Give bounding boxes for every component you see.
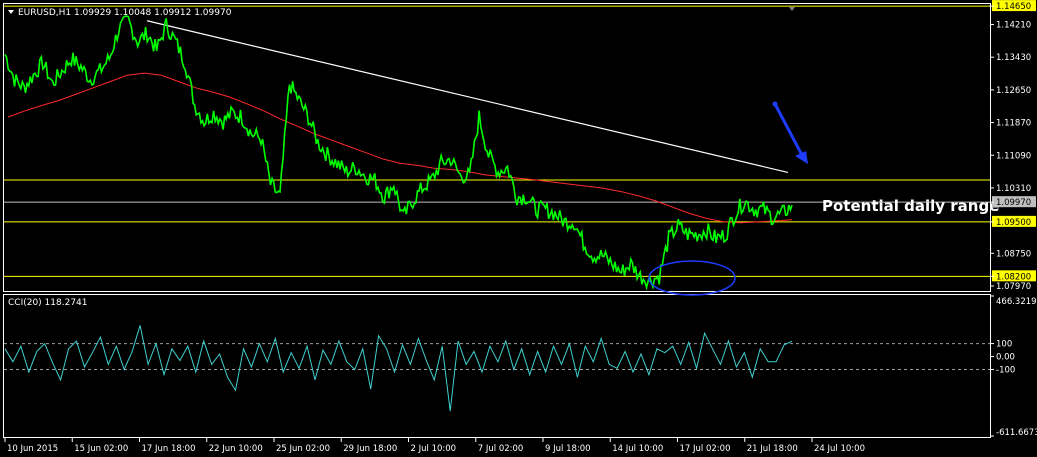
time-tick-label-10: 17 Jul 02:00 xyxy=(680,444,731,454)
down-arrow-shaft xyxy=(773,103,805,158)
price-tick-label-4: 1.11870 xyxy=(996,119,1031,129)
time-tick-label-1: 15 Jun 02:00 xyxy=(74,444,128,454)
cci-panel-frame xyxy=(3,294,991,438)
cci-line xyxy=(4,325,793,412)
time-tick-label-2: 17 Jun 18:00 xyxy=(142,444,196,454)
cci-levels xyxy=(4,343,990,371)
cci-tick-label-2: 0.00 xyxy=(996,353,1015,363)
shift-marker-icon[interactable] xyxy=(789,7,795,11)
arrow-anchor xyxy=(772,101,778,107)
time-tick-label-3: 22 Jun 10:00 xyxy=(209,444,263,454)
time-axis: 10 Jun 2015 15 Jun 02:00 17 Jun 18:00 22 Ju… xyxy=(4,438,865,454)
cci-tick-label-1: 100 xyxy=(996,340,1012,350)
chart-canvas[interactable]: EURUSD,H1 1.09929 1.10048 1.09912 1.0997… xyxy=(0,0,1037,457)
price-tick-label-7: 1.09970 xyxy=(996,198,1031,208)
time-tick-label-9: 14 Jul 10:00 xyxy=(612,444,663,454)
price-tick-label-9: 1.08750 xyxy=(996,249,1031,259)
price-line xyxy=(4,15,793,291)
horizontal-levels xyxy=(4,5,990,277)
price-tick-label-2: 1.13430 xyxy=(996,53,1031,63)
cci-axis: 466.3219 100 0.00 -100 -611.6673 xyxy=(990,295,1037,438)
time-tick-label-11: 21 Jul 18:00 xyxy=(747,444,798,454)
price-tick-label-10: 1.08200 xyxy=(996,272,1031,282)
cci-tick-label-4: -611.6673 xyxy=(996,428,1037,438)
triangle-down-icon[interactable] xyxy=(8,10,14,14)
price-tick-label-3: 1.12650 xyxy=(996,86,1031,96)
price-tick-label-0: 1.14650 xyxy=(996,2,1031,12)
cci-tick-label-3: -100 xyxy=(996,366,1015,376)
time-tick-label-0: 10 Jun 2015 xyxy=(7,444,58,454)
cci-header: CCI(20) 118.2741 xyxy=(8,298,88,308)
time-tick-label-6: 2 Jul 10:00 xyxy=(411,444,457,454)
time-tick-label-4: 25 Jun 02:00 xyxy=(276,444,330,454)
price-tick-label-8: 1.09500 xyxy=(996,218,1031,228)
price-panel-frame xyxy=(3,3,991,292)
time-tick-label-7: 7 Jul 02:00 xyxy=(478,444,524,454)
price-layer xyxy=(4,15,793,291)
low-zone-ellipse xyxy=(648,260,736,296)
moving-average-layer xyxy=(7,72,793,224)
trendline-layer xyxy=(146,20,789,174)
potential-range-label: Potential daily range xyxy=(822,197,999,215)
moving-average-line xyxy=(7,72,793,224)
time-tick-label-12: 24 Jul 10:00 xyxy=(814,444,865,454)
price-tick-label-6: 1.10310 xyxy=(996,184,1031,194)
time-tick-label-8: 9 Jul 18:00 xyxy=(545,444,591,454)
price-tick-label-5: 1.11090 xyxy=(996,151,1031,161)
price-tick-label-1: 1.14210 xyxy=(996,21,1031,31)
trendline[interactable] xyxy=(146,20,789,174)
price-tick-label-11: 1.07970 xyxy=(996,282,1031,292)
price-axis: 1.14650 1.14210 1.13430 1.12650 1.11870 1.110… xyxy=(990,0,1036,292)
time-tick-label-5: 29 Jun 18:00 xyxy=(343,444,397,454)
cci-tick-label-0: 466.3219 xyxy=(996,297,1037,307)
cci-layer xyxy=(4,325,793,412)
